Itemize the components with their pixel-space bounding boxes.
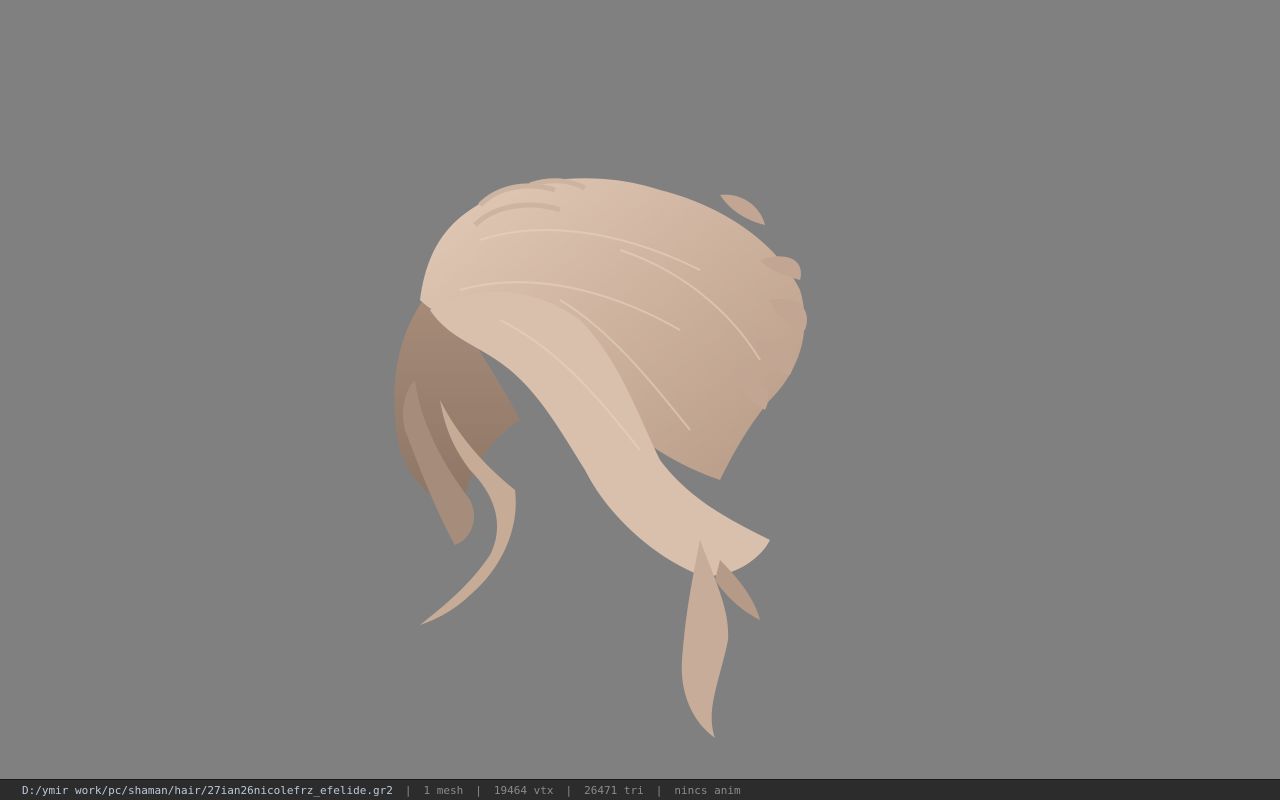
status-separator: | <box>565 783 573 797</box>
status-separator: | <box>655 783 663 797</box>
triangle-count: 26471 tri <box>584 783 644 797</box>
hair-model[interactable] <box>0 0 1280 779</box>
file-path: D:/ymir work/pc/shaman/hair/27ian26nicol… <box>22 783 393 797</box>
3d-viewport[interactable] <box>0 0 1280 779</box>
animation-status: nincs anim <box>674 783 741 797</box>
status-separator: | <box>404 783 412 797</box>
status-bar: D:/ymir work/pc/shaman/hair/27ian26nicol… <box>0 779 1280 800</box>
vertex-count: 19464 vtx <box>493 783 554 797</box>
status-separator: | <box>475 783 482 797</box>
mesh-count: 1 mesh <box>423 783 464 797</box>
